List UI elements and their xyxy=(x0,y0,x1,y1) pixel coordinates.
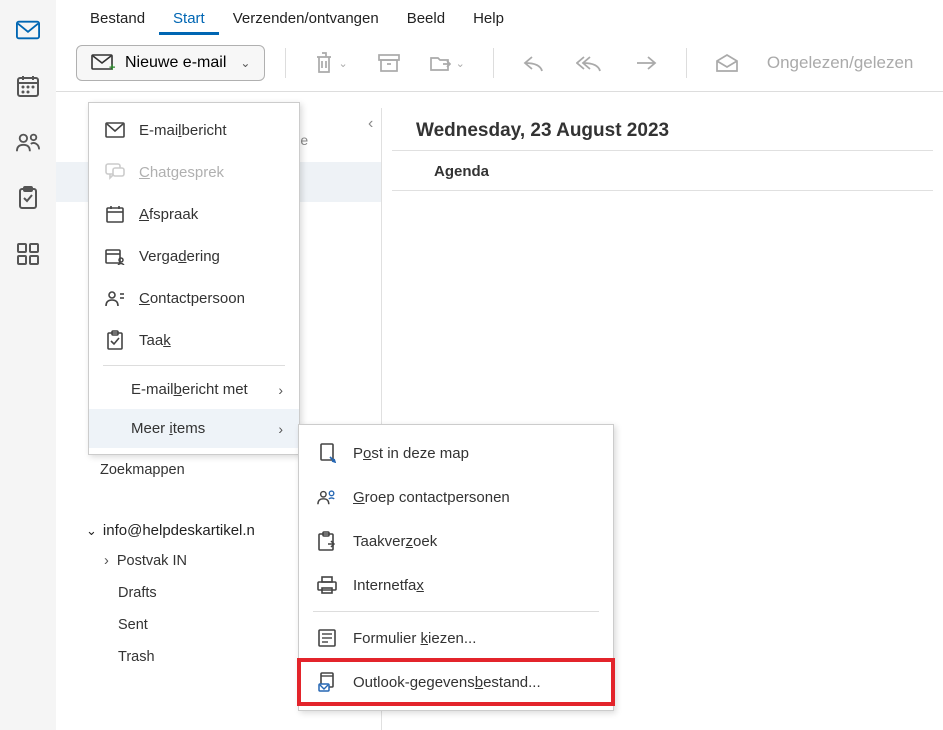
read-unread-label[interactable]: Ongelezen/gelezen xyxy=(761,53,914,73)
read-unread-icon[interactable] xyxy=(707,49,747,77)
people-icon[interactable] xyxy=(16,130,40,154)
dd-label: Meer items xyxy=(131,420,205,437)
contact-icon xyxy=(105,288,125,308)
dd-contact[interactable]: Contactpersoon xyxy=(89,277,299,319)
menu-help[interactable]: Help xyxy=(459,6,518,35)
reply-icon[interactable] xyxy=(514,49,554,77)
left-rail xyxy=(0,0,56,730)
agenda-label: Agenda xyxy=(392,151,933,191)
collapse-caret-icon[interactable]: ‹ xyxy=(368,115,373,133)
dd-label: Chatgesprek xyxy=(139,164,224,181)
date-header: Wednesday, 23 August 2023 xyxy=(392,120,933,151)
archive-icon[interactable] xyxy=(370,50,408,76)
dd-label: Vergadering xyxy=(139,248,220,265)
dd-chat: Chatgesprek xyxy=(89,151,299,193)
sm-label: Taakverzoek xyxy=(353,533,437,550)
sm-label: Post in deze map xyxy=(353,445,469,462)
sm-task-request[interactable]: Taakverzoek xyxy=(299,519,613,563)
sm-internet-fax[interactable]: Internetfax xyxy=(299,563,613,607)
task-request-icon xyxy=(317,531,337,551)
divider xyxy=(686,48,687,78)
delete-icon[interactable]: ⌄ xyxy=(306,48,355,78)
divider xyxy=(285,48,286,78)
dd-label: Contactpersoon xyxy=(139,290,245,307)
dd-meeting[interactable]: Vergadering xyxy=(89,235,299,277)
mail-icon xyxy=(105,120,125,140)
post-icon xyxy=(317,443,337,463)
sm-contact-group[interactable]: Groep contactpersonen xyxy=(299,475,613,519)
calendar-icon xyxy=(105,204,125,224)
tasks-icon[interactable] xyxy=(16,186,40,210)
dd-label: Afspraak xyxy=(139,206,198,223)
sm-label: Internetfax xyxy=(353,577,424,594)
reply-all-icon[interactable] xyxy=(568,49,612,77)
divider xyxy=(493,48,494,78)
chevron-right-icon: › xyxy=(278,382,283,398)
dd-email-message[interactable]: E-mailbericht xyxy=(89,109,299,151)
more-items-submenu: Post in deze map Groep contactpersonen T… xyxy=(298,424,614,711)
meeting-icon xyxy=(105,246,125,266)
apps-icon[interactable] xyxy=(16,242,40,266)
fax-icon xyxy=(317,575,337,595)
task-icon xyxy=(105,330,125,350)
menu-send-receive[interactable]: Verzenden/ontvangen xyxy=(219,6,393,35)
dd-email-with[interactable]: E-mailbericht met › xyxy=(89,370,299,409)
group-icon xyxy=(317,487,337,507)
new-email-label: Nieuwe e-mail xyxy=(125,54,226,72)
move-icon[interactable]: ⌄ xyxy=(422,50,473,76)
data-file-icon xyxy=(317,672,337,692)
mail-icon[interactable] xyxy=(16,18,40,42)
chevron-down-icon: ⌄ xyxy=(240,56,250,70)
sm-label: Groep contactpersonen xyxy=(353,489,510,506)
forward-icon[interactable] xyxy=(626,49,666,77)
menu-start[interactable]: Start xyxy=(159,6,219,35)
new-email-button[interactable]: + Nieuwe e-mail ⌄ xyxy=(76,45,265,81)
dd-task[interactable]: Taak xyxy=(89,319,299,361)
chevron-right-icon: › xyxy=(278,421,283,437)
separator xyxy=(313,611,599,612)
dd-label: E-mailbericht xyxy=(139,122,227,139)
menu-file[interactable]: Bestand xyxy=(76,6,159,35)
menubar: Bestand Start Verzenden/ontvangen Beeld … xyxy=(56,0,943,35)
dd-label: Taak xyxy=(139,332,171,349)
calendar-icon[interactable] xyxy=(16,74,40,98)
sm-outlook-data-file[interactable]: Outlook-gegevensbestand... xyxy=(299,660,613,704)
dd-label: E-mailbericht met xyxy=(131,381,248,398)
form-icon xyxy=(317,628,337,648)
sm-label: Outlook-gegevensbestand... xyxy=(353,674,541,691)
new-mail-icon: + xyxy=(91,54,115,72)
sm-post-folder[interactable]: Post in deze map xyxy=(299,431,613,475)
svg-text:+: + xyxy=(109,62,115,72)
toolbar: + Nieuwe e-mail ⌄ ⌄ ⌄ Onge xyxy=(56,35,943,92)
separator xyxy=(103,365,285,366)
sm-label: Formulier kiezen... xyxy=(353,630,476,647)
dd-more-items[interactable]: Meer items › xyxy=(89,409,299,448)
new-email-dropdown: E-mailbericht Chatgesprek Afspraak Verga… xyxy=(88,102,300,455)
dd-appointment[interactable]: Afspraak xyxy=(89,193,299,235)
chat-icon xyxy=(105,162,125,182)
sm-choose-form[interactable]: Formulier kiezen... xyxy=(299,616,613,660)
top-area: Bestand Start Verzenden/ontvangen Beeld … xyxy=(56,0,943,92)
menu-view[interactable]: Beeld xyxy=(393,6,459,35)
